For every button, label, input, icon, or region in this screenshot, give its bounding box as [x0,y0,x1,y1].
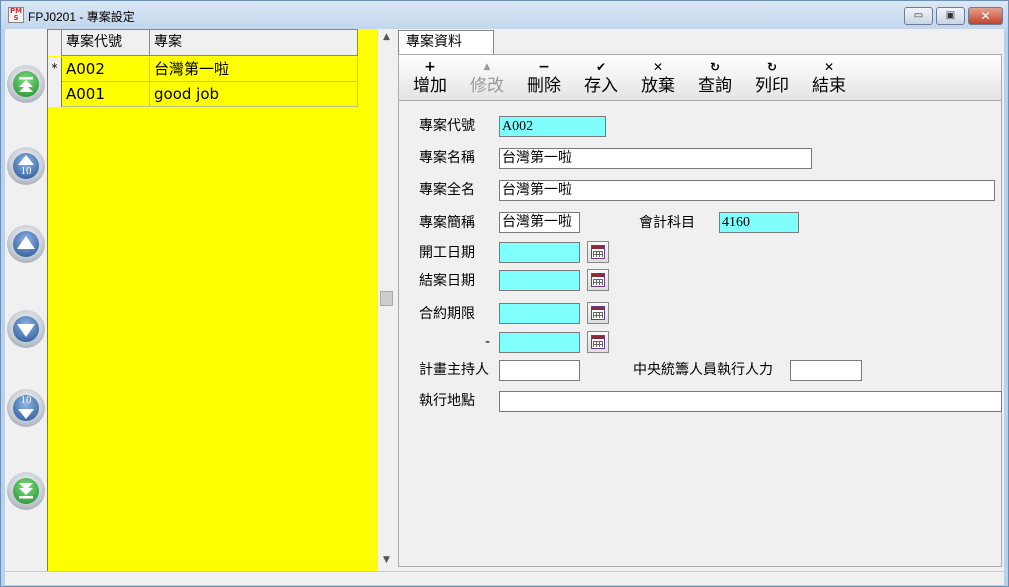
save-button[interactable]: ✔ 存入 [576,59,626,99]
close-date-label: 結案日期 [419,273,475,289]
project-shortname-label: 專案簡稱 [419,215,475,231]
central-staff-field[interactable] [790,360,862,381]
cell-project-name[interactable]: good job [150,82,358,107]
client-area: 10 10 專案代號 專案 * A002 台灣第一啦 A001 good job… [5,29,1004,571]
delete-button-label: 刪除 [527,76,561,96]
exit-button[interactable]: ✕ 結束 [804,59,854,99]
project-name-field[interactable]: 台灣第一啦 [499,148,812,169]
project-fullname-label: 專案全名 [419,182,475,198]
minus-icon: − [538,59,550,75]
page-down-10-icon [18,409,34,419]
window-title: FPJ0201 - 專案設定 [28,10,135,24]
contract-end-field[interactable] [499,332,580,353]
next-record-button[interactable] [7,310,45,348]
delete-button[interactable]: − 刪除 [519,59,569,99]
project-grid: 專案代號 專案 * A002 台灣第一啦 A001 good job [47,29,377,571]
first-record-icon [19,77,33,92]
title-bar: PM S FPJ0201 - 專案設定 ▭ ▣ ✕ [1,1,1008,29]
row-indicator: * [48,57,62,82]
add-button-label: 增加 [413,76,447,96]
close-button[interactable]: ✕ [968,7,1003,25]
calendar-icon [591,273,605,287]
cross-icon: ✕ [652,60,664,74]
toolbar: + 增加 ▲ 修改 − 刪除 ✔ 存入 ✕ 放棄 ↻ 查詢 ↻ 列印 ✕ 結束 [398,54,1002,101]
cell-project-code[interactable]: A002 [62,57,150,82]
cancel-button-label: 放棄 [641,76,675,96]
refresh-icon: ↻ [766,60,778,74]
contract-start-field[interactable] [499,303,580,324]
account-subject-label: 會計科目 [639,215,695,231]
grid-vertical-scrollbar[interactable]: ▲ ▼ [377,29,394,571]
app-window: PM S FPJ0201 - 專案設定 ▭ ▣ ✕ 10 10 專案代號 專案 … [0,0,1009,587]
central-staff-label: 中央統籌人員執行人力 [633,362,773,378]
calendar-icon [591,335,605,349]
next-record-icon [17,324,35,337]
cancel-button[interactable]: ✕ 放棄 [633,59,683,99]
contract-period-separator: - [485,334,491,350]
tab-project-data[interactable]: 專案資料 [398,30,494,54]
table-row[interactable]: * A002 台灣第一啦 [48,57,358,82]
contract-end-calendar-button[interactable] [587,331,609,353]
plan-host-label: 計畫主持人 [419,362,489,378]
close-date-calendar-button[interactable] [587,269,609,291]
column-header-code[interactable]: 專案代號 [62,29,150,56]
scroll-up-arrow-icon[interactable]: ▲ [378,29,395,46]
previous-record-button[interactable] [7,225,45,263]
project-code-label: 專案代號 [419,118,475,134]
check-icon: ✔ [595,60,607,74]
exit-button-label: 結束 [812,76,846,96]
project-shortname-field[interactable]: 台灣第一啦 [499,212,580,233]
scroll-down-arrow-icon[interactable]: ▼ [378,552,395,569]
close-date-field[interactable] [499,270,580,291]
start-date-calendar-button[interactable] [587,241,609,263]
location-label: 執行地點 [419,393,475,409]
project-form: 專案代號 A002 專案名稱 台灣第一啦 專案全名 台灣第一啦 專案簡稱 台灣第… [398,101,1002,567]
previous-record-icon [17,236,35,249]
page-up-10-button[interactable]: 10 [7,147,45,185]
table-row[interactable]: A001 good job [48,82,358,107]
plan-host-field[interactable] [499,360,580,381]
column-header-project[interactable]: 專案 [150,29,358,56]
location-field[interactable] [499,391,1002,412]
add-button[interactable]: + 增加 [405,59,455,99]
scroll-thumb[interactable] [380,291,393,306]
cell-project-name[interactable]: 台灣第一啦 [150,57,358,82]
last-record-button[interactable] [7,472,45,510]
project-fullname-field[interactable]: 台灣第一啦 [499,180,995,201]
start-date-label: 開工日期 [419,245,475,261]
edit-button-label: 修改 [470,76,504,96]
calendar-icon [591,306,605,320]
maximize-button[interactable]: ▣ [936,7,965,25]
page-down-10-button[interactable]: 10 [7,389,45,427]
app-icon: PM S [8,7,24,23]
project-name-label: 專案名稱 [419,150,475,166]
last-record-icon [19,483,33,499]
calendar-icon [591,245,605,259]
cell-project-code[interactable]: A001 [62,82,150,107]
first-record-button[interactable] [7,65,45,103]
cross-icon: ✕ [823,60,835,74]
edit-button[interactable]: ▲ 修改 [462,59,512,99]
account-subject-field[interactable]: 4160 [719,212,799,233]
start-date-field[interactable] [499,242,580,263]
triangle-up-icon: ▲ [483,62,491,72]
refresh-icon: ↻ [709,60,721,74]
query-button-label: 查詢 [698,76,732,96]
query-button[interactable]: ↻ 查詢 [690,59,740,99]
grid-header: 專案代號 專案 [48,29,358,56]
print-button[interactable]: ↻ 列印 [747,59,797,99]
plus-icon: + [424,59,436,75]
contract-period-label: 合約期限 [419,306,475,322]
page-up-step: 10 [20,165,32,177]
minimize-button[interactable]: ▭ [904,7,933,25]
row-indicator [48,82,62,107]
contract-start-calendar-button[interactable] [587,302,609,324]
print-button-label: 列印 [755,76,789,96]
project-code-field[interactable]: A002 [499,116,606,137]
row-indicator-header [48,29,62,56]
record-navigation: 10 10 [5,29,47,571]
detail-panel: 專案資料 + 增加 ▲ 修改 − 刪除 ✔ 存入 ✕ 放棄 ↻ 查詢 ↻ 列印 … [396,29,1004,571]
status-bar [5,571,1004,585]
save-button-label: 存入 [584,76,618,96]
